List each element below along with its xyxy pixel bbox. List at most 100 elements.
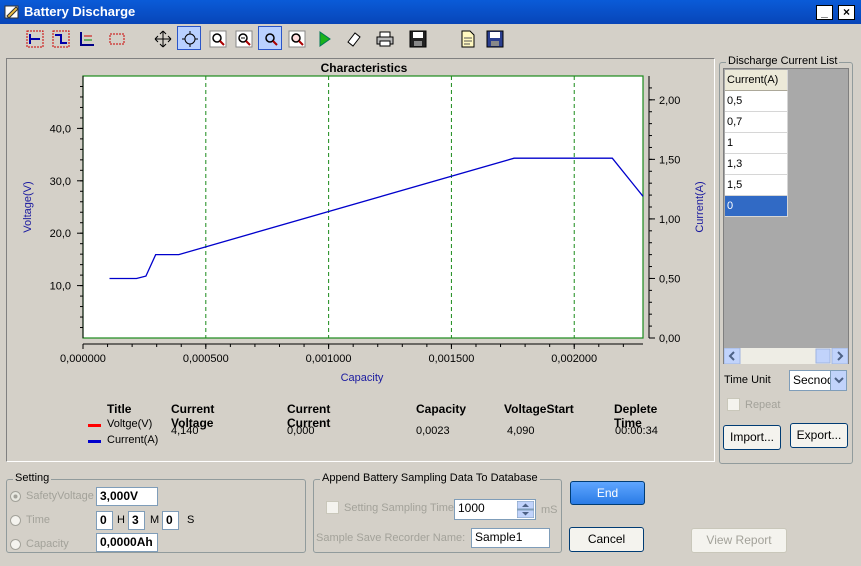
y-tick-label: 20,0 [50,228,71,240]
open-file-icon [461,30,475,48]
grid-row-selected[interactable]: 0 [725,196,788,217]
grid-header-current[interactable]: Current(A) [725,70,788,91]
sampling-time-field[interactable]: 1000 [454,499,536,520]
current-voltage-value: 4,140 [171,425,199,437]
repeat-checkbox[interactable] [727,398,740,411]
zoom-in-button[interactable] [205,26,229,50]
zoom-in-icon [209,30,227,48]
eraser-button[interactable] [341,26,365,50]
close-button[interactable]: × [838,5,855,20]
print-icon [376,31,394,47]
x-axis-label: Capacity [341,372,384,384]
select-rect-icon [109,33,125,45]
cursor-crosshair-red-icon [26,30,44,48]
y2-axis-label: Current(A) [694,181,706,232]
sampling-spinner[interactable] [517,501,534,518]
view-report-button[interactable]: View Report [691,528,787,553]
cancel-button[interactable]: Cancel [569,527,644,552]
cursor-step-icon [52,30,70,48]
pan-button[interactable] [150,26,174,50]
sampling-time-label: Setting Sampling Time [344,502,455,514]
plot-area [82,75,644,339]
chevron-down-icon[interactable] [830,371,846,390]
time-minutes-field[interactable]: 3 [128,511,145,530]
capacity-value: 0,0023 [416,425,450,437]
end-button[interactable]: End [570,481,645,505]
x-tick-label: 0,001000 [306,353,352,365]
grid-row[interactable]: 0,7 [725,112,788,133]
scroll-thumb [815,348,831,364]
characteristics-chart[interactable]: Characteristics 0,000000 0,000500 0,001000… [7,59,714,461]
run-icon [319,31,331,47]
export-button[interactable]: Export... [790,423,848,448]
seconds-unit-label: S [187,514,195,526]
time-seconds-field[interactable]: 0 [162,511,179,530]
minutes-unit-label: M [150,514,160,526]
grid-row[interactable]: 1 [725,133,788,154]
sampling-time-checkbox[interactable] [326,501,339,514]
capacity-label: Capacity [26,538,69,550]
y-tick-label: 40,0 [50,123,71,135]
legend-current-swatch [88,440,101,443]
cursor-crosshair-button[interactable] [22,26,46,50]
open-file-button[interactable] [455,26,479,50]
safety-voltage-field[interactable]: 3,000V [96,487,158,506]
recorder-name-field[interactable]: Sample1 [471,528,550,548]
sampling-time-value: 1000 [458,501,485,515]
y2-tick-label: 2,00 [659,95,680,107]
recorder-name-label: Sample Save Recorder Name: [316,532,466,544]
zoom-fit-button[interactable] [177,26,201,50]
select-rect-button[interactable] [104,26,128,50]
safety-voltage-radio[interactable] [10,491,21,502]
repeat-label: Repeat [745,399,781,411]
zoom-fit-icon [182,31,198,47]
grid-row[interactable]: 0,5 [725,91,788,112]
y-axis-label: Voltage(V) [22,181,34,232]
discharge-list-title: Discharge Current List [726,55,840,67]
zoom-out-icon [235,30,253,48]
zoom-box-button[interactable] [258,26,282,50]
zoom-reset-button[interactable] [284,26,308,50]
capacity-field[interactable]: 0,0000Ah [96,533,158,552]
save-as-icon [486,30,504,48]
toolbar [0,24,861,56]
run-button[interactable] [311,26,335,50]
minimize-button[interactable]: _ [816,5,833,20]
discharge-current-grid[interactable]: Current(A) 0,5 0,7 1 1,3 1,5 0 [723,68,849,364]
y-tick-label: 10,0 [50,281,71,293]
time-radio[interactable] [10,515,21,526]
x-tick-label: 0,000000 [60,353,106,365]
zoom-reset-icon [288,30,306,48]
cursor-line-button[interactable] [74,26,98,50]
pencil-icon [4,5,19,19]
legend-series-current: Current(A) [107,434,159,446]
legend-series-voltage: Voltge(V) [107,418,153,430]
capacity-radio[interactable] [10,539,21,550]
x-tick-label: 0,000500 [183,353,229,365]
time-unit-value: Secnod [793,373,834,387]
zoom-out-button[interactable] [231,26,255,50]
hours-unit-label: H [117,514,125,526]
grid-row[interactable]: 1,5 [725,175,788,196]
y-tick-label: 30,0 [50,176,71,188]
cursor-line-icon [80,32,94,46]
save-icon [409,30,427,48]
legend-voltage-swatch [88,424,101,427]
time-unit-select[interactable]: Secnod [789,370,847,391]
eraser-icon [347,32,361,47]
legend-header-vstart: VoltageStart [504,402,574,416]
print-button[interactable] [372,26,396,50]
current-current-value: 0,000 [287,425,315,437]
cursor-step-button[interactable] [48,26,72,50]
window-title: Battery Discharge [24,4,136,19]
save-button[interactable] [405,26,429,50]
import-button[interactable]: Import... [723,425,781,450]
append-database-title: Append Battery Sampling Data To Database [320,472,540,484]
time-hours-field[interactable]: 0 [96,511,113,530]
save-as-button[interactable] [482,26,506,50]
grid-horizontal-scrollbar[interactable] [723,347,849,365]
grid-row[interactable]: 1,3 [725,154,788,175]
y2-tick-label: 0,00 [659,333,680,345]
legend-header-title: Title [107,402,132,416]
deplete-time-value: 00:00:34 [615,425,658,437]
